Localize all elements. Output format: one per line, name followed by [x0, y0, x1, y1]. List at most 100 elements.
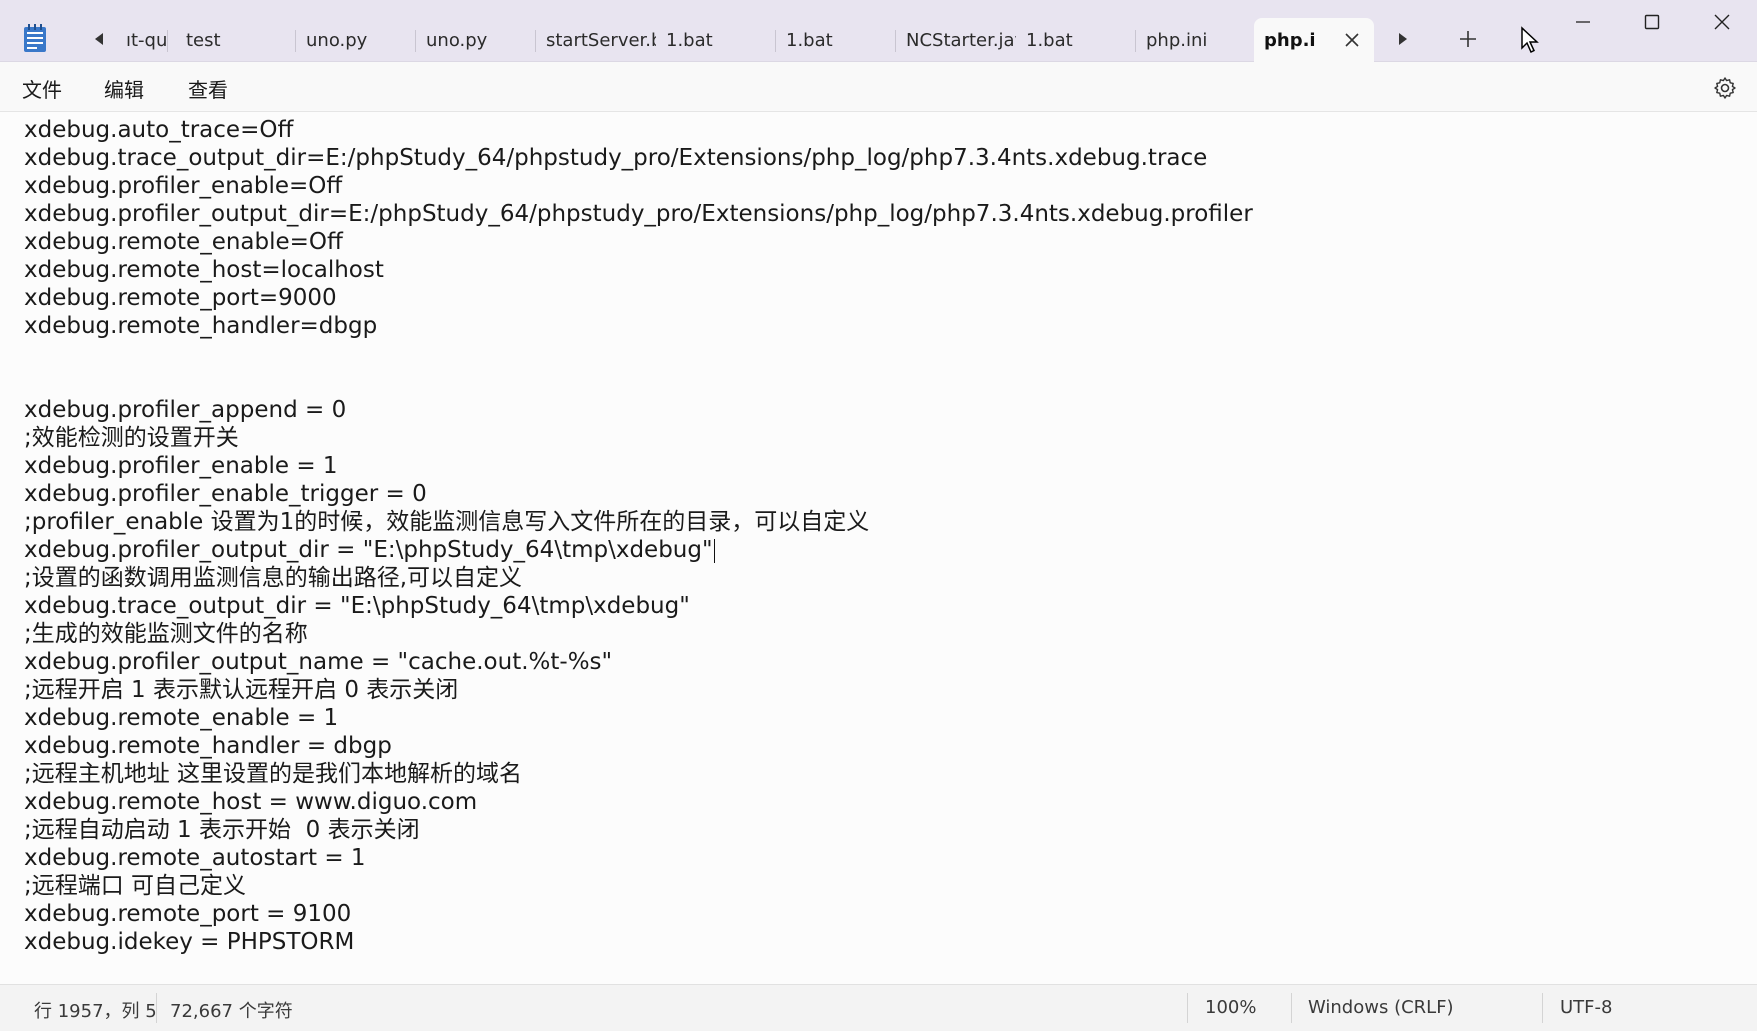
tab-scroll-left-button[interactable] — [84, 26, 114, 52]
tab-8[interactable]: 1.bat — [1016, 18, 1136, 62]
menu-file[interactable]: 文件 — [22, 74, 62, 103]
editor-line: ;远程自动启动 1 表示开始 0 表示关闭 — [24, 816, 420, 844]
editor-line: xdebug.trace_output_dir=E:/phpStudy_64/p… — [24, 144, 1207, 172]
editor-line-text: xdebug.profiler_output_name = "cache.out… — [24, 649, 613, 675]
tab-label: php.ir — [1264, 29, 1316, 51]
menu-view[interactable]: 查看 — [188, 74, 228, 103]
editor-line-text: xdebug.trace_output_dir = "E:\phpStudy_6… — [24, 593, 690, 619]
editor-line: xdebug.remote_enable=Off — [24, 228, 343, 256]
status-separator — [156, 993, 157, 1023]
editor-line: xdebug.remote_host=localhost — [24, 256, 384, 284]
close-icon — [1714, 14, 1730, 30]
editor-line-text: xdebug.remote_port=9000 — [24, 285, 337, 311]
editor-line: xdebug.profiler_enable=Off — [24, 172, 342, 200]
editor-line: xdebug.profiler_output_name = "cache.out… — [24, 648, 612, 676]
editor-line: ;远程主机地址 这里设置的是我们本地解析的域名 — [24, 760, 522, 788]
status-separator — [1542, 993, 1543, 1023]
editor-line: xdebug.remote_handler = dbgp — [24, 732, 392, 760]
line-ending[interactable]: Windows (CRLF) — [1308, 997, 1454, 1018]
tab-label: NCStarter.jav — [906, 29, 1016, 51]
tab-3[interactable]: uno.py — [416, 18, 536, 62]
editor-line: ;远程开启 1 表示默认远程开启 0 表示关闭 — [24, 676, 458, 704]
mouse-cursor-icon — [1521, 26, 1539, 54]
tab-label: startServer.b — [546, 29, 656, 51]
tab-close-button[interactable] — [1342, 30, 1362, 50]
editor-line: ;profiler_enable 设置为1的时候，效能监测信息写入文件所在的目录… — [24, 508, 869, 536]
editor-line-text: xdebug.remote_handler=dbgp — [24, 313, 378, 339]
editor-line-text: ;效能检测的设置开关 — [24, 425, 239, 451]
editor-line: xdebug.profiler_output_dir = "E:\phpStud… — [24, 536, 715, 564]
minimize-button[interactable] — [1551, 0, 1615, 44]
text-editor[interactable]: xdebug.auto_trace=Off xdebug.trace_output… — [0, 112, 1757, 984]
encoding[interactable]: UTF-8 — [1560, 997, 1612, 1018]
editor-line: xdebug.remote_host = www.diguo.com — [24, 788, 477, 816]
minimize-icon — [1576, 21, 1590, 23]
tab-label: php.ini — [1146, 29, 1208, 51]
menu-bar: 文件 编辑 查看 — [0, 62, 1757, 112]
notepad-icon — [24, 24, 46, 52]
editor-line-text: xdebug.remote_enable=Off — [24, 229, 343, 255]
cursor-position[interactable]: 行 1957，列 5 — [34, 997, 157, 1023]
tab-5[interactable]: 1.bat — [656, 18, 776, 62]
zoom-level[interactable]: 100% — [1205, 997, 1256, 1018]
tab-label: 1.bat — [666, 29, 713, 51]
status-separator — [1187, 993, 1188, 1023]
editor-line-text: ;设置的函数调用监测信息的输出路径,可以自定义 — [24, 565, 523, 591]
editor-line-text: ;profiler_enable 设置为1的时候，效能监测信息写入文件所在的目录… — [24, 509, 870, 535]
tab-scroll-right-button[interactable] — [1388, 26, 1418, 52]
close-window-button[interactable] — [1690, 0, 1754, 44]
title-bar: ıt-qu test uno.py uno.py startServer.b 1… — [0, 0, 1757, 62]
maximize-icon — [1644, 14, 1660, 30]
tab-2[interactable]: uno.py — [296, 18, 416, 62]
plus-icon — [1460, 31, 1476, 47]
editor-line-text: xdebug.remote_handler = dbgp — [24, 733, 392, 759]
editor-line-text: xdebug.auto_trace=Off — [24, 117, 294, 143]
gear-icon[interactable] — [1713, 76, 1737, 100]
status-separator — [1291, 993, 1292, 1023]
status-bar: 行 1957，列 5 72,667 个字符 100% Windows (CRLF… — [0, 984, 1757, 1031]
editor-line-text: xdebug.profiler_output_dir=E:/phpStudy_6… — [24, 201, 1253, 227]
editor-line: xdebug.remote_port=9000 — [24, 284, 337, 312]
tab-6[interactable]: 1.bat — [776, 18, 896, 62]
editor-line-text: ;远程自动启动 1 表示开始 0 表示关闭 — [24, 817, 420, 843]
editor-line-text: xdebug.profiler_output_dir = "E:\phpStud… — [24, 537, 713, 563]
new-tab-button[interactable] — [1452, 26, 1484, 52]
text-caret — [713, 538, 715, 563]
editor-line: xdebug.remote_autostart = 1 — [24, 844, 366, 872]
editor-line: xdebug.profiler_output_dir=E:/phpStudy_6… — [24, 200, 1253, 228]
tab-4[interactable]: startServer.b — [536, 18, 656, 62]
editor-line-text: xdebug.remote_autostart = 1 — [24, 845, 366, 871]
editor-line-text: ;远程主机地址 这里设置的是我们本地解析的域名 — [24, 761, 523, 787]
editor-line-text: xdebug.remote_port = 9100 — [24, 901, 352, 927]
editor-line: ;效能检测的设置开关 — [24, 424, 239, 452]
editor-line: xdebug.auto_trace=Off — [24, 116, 293, 144]
editor-line-text: xdebug.profiler_enable_trigger = 0 — [24, 481, 427, 507]
tab-label: uno.py — [306, 29, 368, 51]
tab-label: uno.py — [426, 29, 488, 51]
tab-1[interactable]: test — [176, 18, 296, 62]
maximize-button[interactable] — [1620, 0, 1684, 44]
character-count: 72,667 个字符 — [170, 1001, 293, 1022]
editor-line-text: xdebug.trace_output_dir=E:/phpStudy_64/p… — [24, 145, 1208, 171]
editor-line-text: xdebug.remote_host=localhost — [24, 257, 384, 283]
editor-line: xdebug.profiler_enable_trigger = 0 — [24, 480, 427, 508]
editor-line: ;远程端口 可自己定义 — [24, 872, 246, 900]
editor-line: xdebug.profiler_append = 0 — [24, 396, 346, 424]
editor-line: xdebug.trace_output_dir = "E:\phpStudy_6… — [24, 592, 690, 620]
menu-edit[interactable]: 编辑 — [104, 74, 144, 103]
tab-separator — [167, 30, 168, 52]
editor-line: xdebug.profiler_enable = 1 — [24, 452, 338, 480]
editor-line-text: xdebug.remote_enable = 1 — [24, 705, 339, 731]
editor-line-text: ;远程端口 可自己定义 — [24, 873, 247, 899]
tab-0[interactable]: ıt-qu — [116, 18, 168, 62]
editor-line: ;设置的函数调用监测信息的输出路径,可以自定义 — [24, 564, 522, 592]
tab-7[interactable]: NCStarter.jav — [896, 18, 1016, 62]
tab-9[interactable]: php.ini — [1136, 18, 1254, 62]
editor-line-text: ;远程开启 1 表示默认远程开启 0 表示关闭 — [24, 677, 459, 703]
tab-active[interactable]: php.ir — [1254, 18, 1374, 62]
editor-line: xdebug.remote_handler=dbgp — [24, 312, 377, 340]
editor-line-text: xdebug.idekey = PHPSTORM — [24, 929, 355, 955]
editor-line-text: ;生成的效能监测文件的名称 — [24, 621, 308, 647]
tab-label: 1.bat — [1026, 29, 1073, 51]
close-icon — [1345, 33, 1359, 47]
